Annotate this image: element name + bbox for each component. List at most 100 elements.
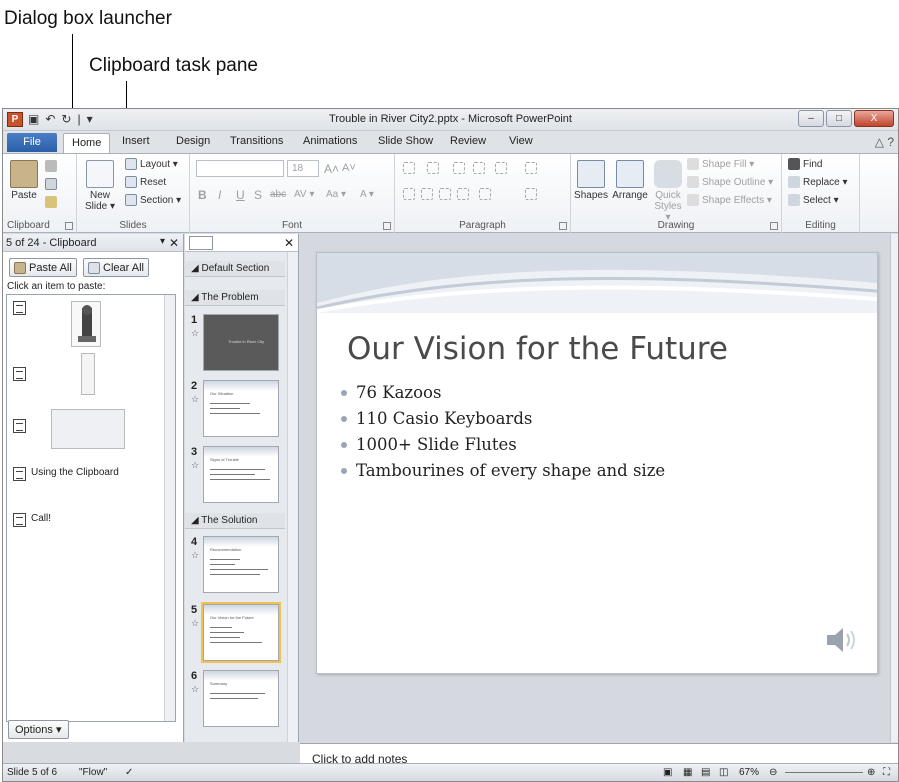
paste-all-button[interactable]: Paste All [9,258,77,277]
pane-menu-icon[interactable]: ▾ [160,236,165,247]
maximize-button[interactable]: □ [826,110,852,127]
current-slide[interactable]: Our Vision for the Future 76 Kazoos 110 … [316,252,878,674]
slides-pane-scrollbar[interactable] [287,252,298,742]
bullets-button[interactable] [403,162,415,174]
tab-review[interactable]: Review [450,135,486,147]
shadow-button[interactable]: S [254,188,262,202]
clear-all-button[interactable]: Clear All [83,258,149,277]
new-slide-button[interactable]: New Slide ▾ [83,160,117,212]
select-button[interactable]: Select ▾ [788,194,839,206]
tab-view[interactable]: View [509,135,533,147]
replace-button[interactable]: Replace ▾ [788,176,848,188]
section-button[interactable]: Section ▾ [125,194,181,206]
tab-home[interactable]: Home [63,133,111,153]
normal-view-icon[interactable]: ▣ [663,767,672,778]
increase-indent-button[interactable] [473,162,485,174]
slide-title[interactable]: Our Vision for the Future [347,331,728,367]
clipboard-item-text-2[interactable]: Call! [11,513,156,529]
shrink-font-button[interactable]: A˅ [342,162,356,174]
tab-insert[interactable]: Insert [122,135,150,147]
zoom-out-icon[interactable]: ⊖ [769,767,777,778]
tab-transitions[interactable]: Transitions [230,135,283,147]
clipboard-dialog-launcher[interactable] [65,222,73,230]
italic-button[interactable]: I [218,188,221,202]
copy-button[interactable] [45,178,57,190]
justify-icon [457,188,469,200]
shape-fill-button[interactable]: Shape Fill ▾ [687,158,754,170]
justify-button[interactable] [457,188,469,200]
zoom-in-icon[interactable]: ⊕ [867,767,875,778]
reset-button[interactable]: Reset [125,176,166,188]
align-left-button[interactable] [403,188,415,200]
grow-font-button[interactable]: A˄ [324,162,339,176]
slide-thumbnail-4[interactable]: 4 ☆ Recommendation [185,536,285,596]
tab-animations[interactable]: Animations [303,135,357,147]
close-button[interactable]: X [854,110,894,127]
zoom-slider[interactable] [785,772,863,773]
speaker-icon[interactable] [825,625,861,655]
section-default[interactable]: ◢ Default Section [185,261,285,277]
section-the-problem[interactable]: ◢ The Problem [185,290,285,306]
spell-check-icon[interactable]: ✓ [125,767,133,778]
layout-button[interactable]: Layout ▾ [125,158,178,170]
clipboard-item-image-1[interactable] [11,301,156,349]
cut-button[interactable] [45,160,57,172]
tab-file[interactable]: File [7,133,57,152]
shapes-button[interactable]: Shapes [573,160,609,201]
underline-button[interactable]: U [236,188,245,202]
reading-view-icon[interactable]: ▤ [701,767,710,778]
tab-design[interactable]: Design [176,135,210,147]
columns-button[interactable] [479,188,491,200]
tab-slide-show[interactable]: Slide Show [378,135,433,147]
find-button[interactable]: Find [788,158,822,170]
character-spacing-button[interactable]: AV ▾ [294,189,314,200]
shape-effects-button[interactable]: Shape Effects ▾ [687,194,772,206]
minimize-button[interactable]: – [798,110,824,127]
clipboard-item-text-1[interactable]: Using the Clipboard [11,467,156,483]
clipboard-scrollbar[interactable] [164,295,175,721]
decrease-indent-button[interactable] [453,162,465,174]
strikethrough-button[interactable]: abc [270,189,286,200]
align-right-button[interactable] [439,188,451,200]
paste-button[interactable]: Paste [9,160,39,201]
font-size-box[interactable]: 18 [287,160,319,177]
pen-icon [687,176,699,188]
format-painter-button[interactable] [45,196,57,208]
text-direction-button[interactable] [525,162,537,174]
bold-button[interactable]: B [198,188,207,202]
slide-thumbnail-5[interactable]: 5 ☆ Our Vision for the Future [185,602,285,664]
tab-outline[interactable] [225,236,249,250]
slides-pane-close-icon[interactable]: ✕ [284,236,294,250]
drawing-dialog-launcher[interactable] [770,222,778,230]
slide-thumbnail-3[interactable]: 3 ☆ Signs of Trouble [185,446,285,506]
clipboard-item-image-2[interactable] [11,353,156,403]
slide-show-icon[interactable]: ◫ [719,767,728,778]
quick-styles-button[interactable]: Quick Styles ▾ [651,160,685,223]
font-color-button[interactable]: A ▾ [360,189,374,200]
line-spacing-button[interactable] [495,162,507,174]
slide-bullet-list[interactable]: 76 Kazoos 110 Casio Keyboards 1000+ Slid… [341,383,665,487]
pane-close-icon[interactable]: ✕ [169,236,179,250]
tab-slides-thumbnails[interactable] [189,236,213,250]
font-name-box[interactable] [196,160,284,177]
shape-outline-button[interactable]: Shape Outline ▾ [687,176,773,188]
clipboard-item-image-3[interactable] [11,409,156,455]
align-center-button[interactable] [421,188,433,200]
bullet-dot [341,389,347,396]
slide-sorter-icon[interactable]: ▦ [683,767,692,778]
convert-smartart-button[interactable] [525,188,537,200]
zoom-level[interactable]: 67% [739,767,759,778]
slide-thumbnail-1[interactable]: 1 ☆ Trouble in River City [185,314,285,374]
change-case-button[interactable]: Aa ▾ [326,189,346,200]
slide-thumbnail-2[interactable]: 2 ☆ Our Situation [185,380,285,440]
options-button[interactable]: Options ▾ [8,720,69,739]
slide-thumbnail-6[interactable]: 6 ☆ Summary [185,670,285,730]
slide-scrollbar[interactable] [890,234,898,742]
numbering-button[interactable] [427,162,439,174]
paragraph-dialog-launcher[interactable] [559,222,567,230]
arrange-button[interactable]: Arrange [610,160,650,201]
font-dialog-launcher[interactable] [383,222,391,230]
fit-slide-icon[interactable]: ⛶ [883,767,890,778]
help-icon[interactable]: △ ? [875,135,894,149]
section-the-solution[interactable]: ◢ The Solution [185,513,285,529]
